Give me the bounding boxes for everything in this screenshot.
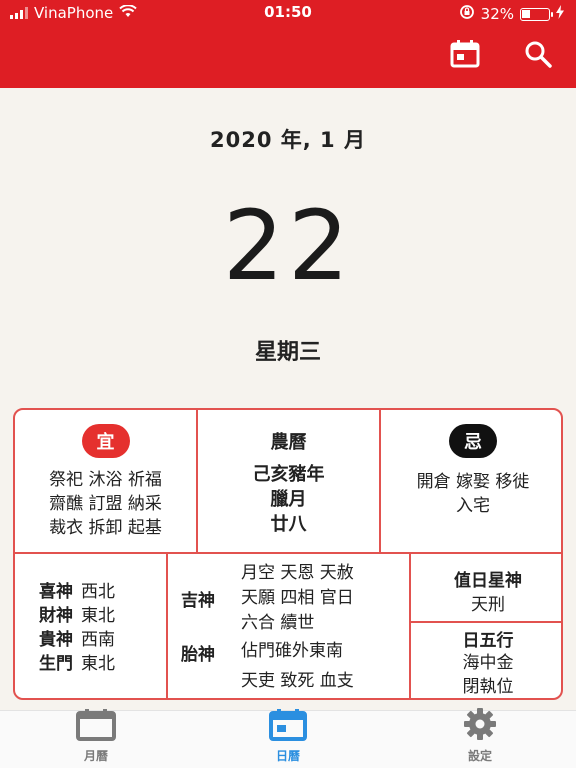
rotation-lock-icon [459,4,475,24]
yi-line: 裁衣 拆卸 起基 [49,518,162,538]
yi-line: 祭祀 沐浴 祈福 [49,470,162,490]
wuxing-section: 日五行 海中金 閉執位 [411,626,561,698]
xiongsha-value: 天吏 致死 血支 [241,671,354,691]
ji-section: 忌 開倉 嫁娶 移徙 入宅 [381,424,561,518]
direction-value: 西北 [81,582,115,602]
ji-line: 開倉 嫁娶 移徙 [416,472,530,492]
tab-settings[interactable]: 設定 [384,708,576,768]
lunar-year: 己亥豬年 [252,464,325,485]
app-header: VinaPhone 01:50 32% [0,0,576,88]
battery-icon [520,7,553,21]
tab-label: 日曆 [275,749,300,763]
yi-badge: 宜 [81,424,130,458]
direction-label: 財神 [39,606,73,626]
zhiri-value: 天刑 [471,595,505,615]
direction-row: 喜神 西北 [39,580,115,604]
tab-label: 月曆 [83,749,108,763]
direction-label: 喜神 [39,582,73,602]
wuxing-title: 日五行 [462,631,514,651]
direction-label: 生門 [39,654,73,674]
jishen-values: 月空 天恩 天赦 天願 四相 官日 六合 續世 [241,561,354,636]
status-bar: VinaPhone 01:50 32% [0,0,576,26]
direction-row: 生門 東北 [39,652,115,676]
gear-icon [463,707,497,745]
direction-label: 貴神 [39,630,73,650]
zhiri-title: 值日星神 [454,571,522,591]
jishen-line: 天願 四相 官日 [241,588,354,608]
lunar-day: 廿八 [270,514,307,535]
month-calendar-icon [76,709,116,745]
direction-value: 東北 [81,654,115,674]
tab-label: 設定 [467,749,492,763]
bottom-tab-bar: 月曆 日曆 設定 [0,708,576,768]
calendar-icon [450,40,480,72]
taishen-label: 胎神 [181,645,215,665]
direction-value: 東北 [81,606,115,626]
grid-divider [15,552,561,554]
search-button[interactable] [520,38,556,74]
direction-value: 西南 [81,630,115,650]
lunar-date-section: 農曆 己亥豬年 臘月 廿八 [198,428,379,537]
direction-row: 財神 東北 [39,604,115,628]
day-calendar-icon [269,709,307,745]
tab-day[interactable]: 日曆 [192,709,384,768]
day-number: 22 [222,190,354,302]
year-month-label: 2020 年, 1 月 [210,128,366,152]
today-calendar-button[interactable] [447,38,483,74]
charging-icon [556,5,564,23]
tab-month[interactable]: 月曆 [0,709,192,768]
zhiri-section: 值日星神 天刑 [411,566,561,617]
lunar-title: 農曆 [270,432,307,453]
yi-section: 宜 祭祀 沐浴 祈福 齋醮 訂盟 納采 裁衣 拆卸 起基 [15,424,196,552]
weekday-label: 星期三 [254,340,321,365]
taishen-value: 佔門碓外東南 [241,641,343,661]
ji-badge: 忌 [449,424,497,458]
jishen-label: 吉神 [181,591,215,611]
grid-divider [409,621,561,623]
yi-line: 齋醮 訂盟 納采 [49,494,162,514]
search-icon [524,40,552,72]
battery-percent: 32% [480,5,514,23]
jishen-line: 月空 天恩 天赦 [241,563,354,583]
jishen-line: 六合 續世 [241,613,315,633]
wuxing-line: 海中金 [462,653,514,673]
grid-divider [166,552,168,698]
almanac-panel: 宜 祭祀 沐浴 祈福 齋醮 訂盟 納采 裁衣 拆卸 起基 農曆 己亥豬年 臘月 … [13,408,563,700]
ji-line: 入宅 [456,496,490,516]
wuxing-line: 閉執位 [462,677,514,697]
direction-row: 貴神 西南 [39,628,115,652]
lunar-month: 臘月 [270,489,307,510]
directions-section: 喜神 西北 財神 東北 貴神 西南 生門 東北 [39,580,115,676]
